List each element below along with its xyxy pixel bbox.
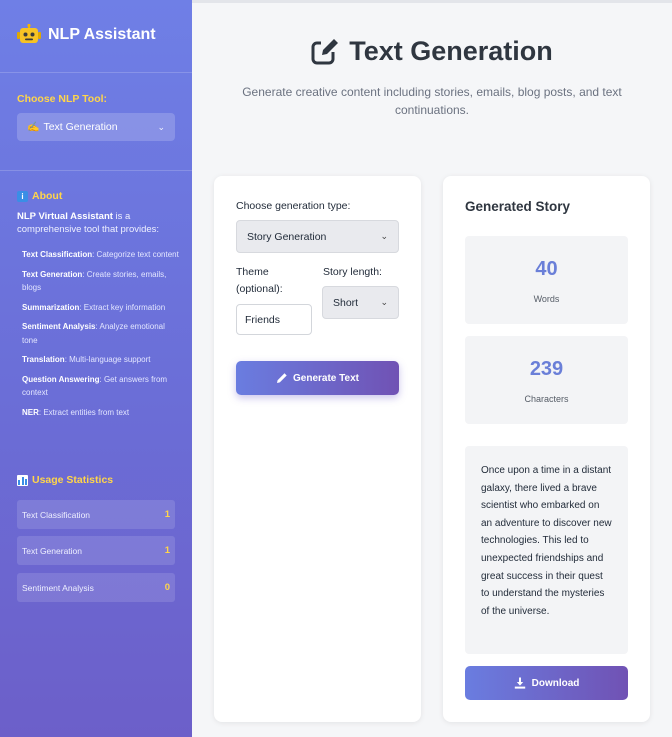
download-icon: [514, 677, 525, 689]
top-border: [192, 0, 672, 3]
choose-tool-label: Choose NLP Tool:: [17, 93, 108, 105]
characters-label: Characters: [524, 394, 569, 404]
theme-input[interactable]: Friends: [236, 304, 312, 335]
divider: [0, 170, 192, 171]
chevron-down-icon: ⌄: [157, 121, 165, 132]
feature-item: Summarization: Extract key information: [22, 302, 166, 312]
length-label: Story length:: [323, 266, 382, 278]
brand: NLP Assistant: [16, 24, 156, 46]
generated-story-text: Once upon a time in a distant galaxy, th…: [465, 446, 628, 654]
words-count: 40: [535, 258, 558, 280]
stats-title: Usage Statistics: [17, 474, 113, 486]
words-label: Words: [533, 294, 560, 304]
stat-row-text-generation: Text Generation 1: [17, 536, 175, 565]
generation-type-select[interactable]: Story Generation ⌄: [236, 220, 399, 253]
bar-chart-icon: [17, 474, 28, 486]
edit-icon: [311, 37, 340, 64]
characters-count: 239: [529, 358, 564, 380]
words-stat: 40 Words: [465, 236, 628, 324]
stat-count: 1: [164, 545, 170, 556]
chevron-down-icon: ⌄: [380, 297, 388, 307]
about-title: i About: [17, 190, 62, 202]
generate-button-label: Generate Text: [293, 372, 359, 384]
feature-item: Question Answering: Get answers from con…: [22, 374, 168, 398]
stats-title-text: Usage Statistics: [32, 474, 114, 486]
download-button[interactable]: Download: [465, 666, 628, 700]
brand-title: NLP Assistant: [48, 26, 156, 43]
generation-type-value: Story Generation: [247, 230, 327, 243]
robot-icon: [17, 24, 41, 43]
type-label: Choose generation type:: [236, 200, 351, 212]
stat-count: 0: [164, 582, 170, 593]
theme-label: Theme (optional):: [236, 266, 283, 295]
download-button-label: Download: [531, 677, 580, 689]
feature-list: Text Classification: Categorize text con…: [22, 248, 180, 425]
page-title-text: Text Generation: [349, 36, 553, 66]
sidebar: NLP Assistant Choose NLP Tool: ✍ Text Ge…: [0, 0, 192, 737]
story-length-value: Short: [333, 296, 359, 309]
pencil-icon: [277, 373, 287, 383]
tool-select[interactable]: ✍ Text Generation ⌄: [17, 113, 175, 141]
stat-row-sentiment-analysis: Sentiment Analysis 0: [17, 573, 175, 602]
tool-select-value: Text Generation: [43, 121, 118, 133]
story-length-select[interactable]: Short ⌄: [322, 286, 399, 319]
generation-form-card: [214, 176, 421, 722]
about-intro: NLP Virtual Assistant is a comprehensive…: [17, 210, 177, 236]
characters-stat: 239 Characters: [465, 336, 628, 424]
stat-label: Sentiment Analysis: [22, 582, 94, 593]
chevron-down-icon: ⌄: [380, 231, 388, 241]
pen-icon: ✍: [27, 121, 40, 133]
divider: [0, 72, 192, 73]
feature-item: NER: Extract entities from text: [22, 407, 130, 417]
stat-count: 1: [164, 509, 170, 520]
stat-label: Text Classification: [22, 509, 91, 520]
feature-item: Translation: Multi-language support: [22, 355, 151, 364]
theme-input-value: Friends: [245, 313, 281, 326]
generate-text-button[interactable]: Generate Text: [236, 361, 399, 395]
page-subtitle: Generate creative content including stor…: [242, 85, 622, 117]
feature-item: Text Classification: Categorize text con…: [22, 250, 179, 259]
stat-label: Text Generation: [22, 545, 83, 556]
about-intro-bold: NLP Virtual Assistant: [17, 211, 113, 222]
info-icon: i: [17, 190, 28, 202]
page-title: Text Generation: [192, 36, 672, 67]
feature-item: Text Generation: Create stories, emails,…: [22, 269, 167, 293]
result-title: Generated Story: [465, 199, 571, 214]
about-title-text: About: [32, 190, 63, 202]
feature-item: Sentiment Analysis: Analyze emotional to…: [22, 322, 165, 345]
stat-row-text-classification: Text Classification 1: [17, 500, 175, 529]
